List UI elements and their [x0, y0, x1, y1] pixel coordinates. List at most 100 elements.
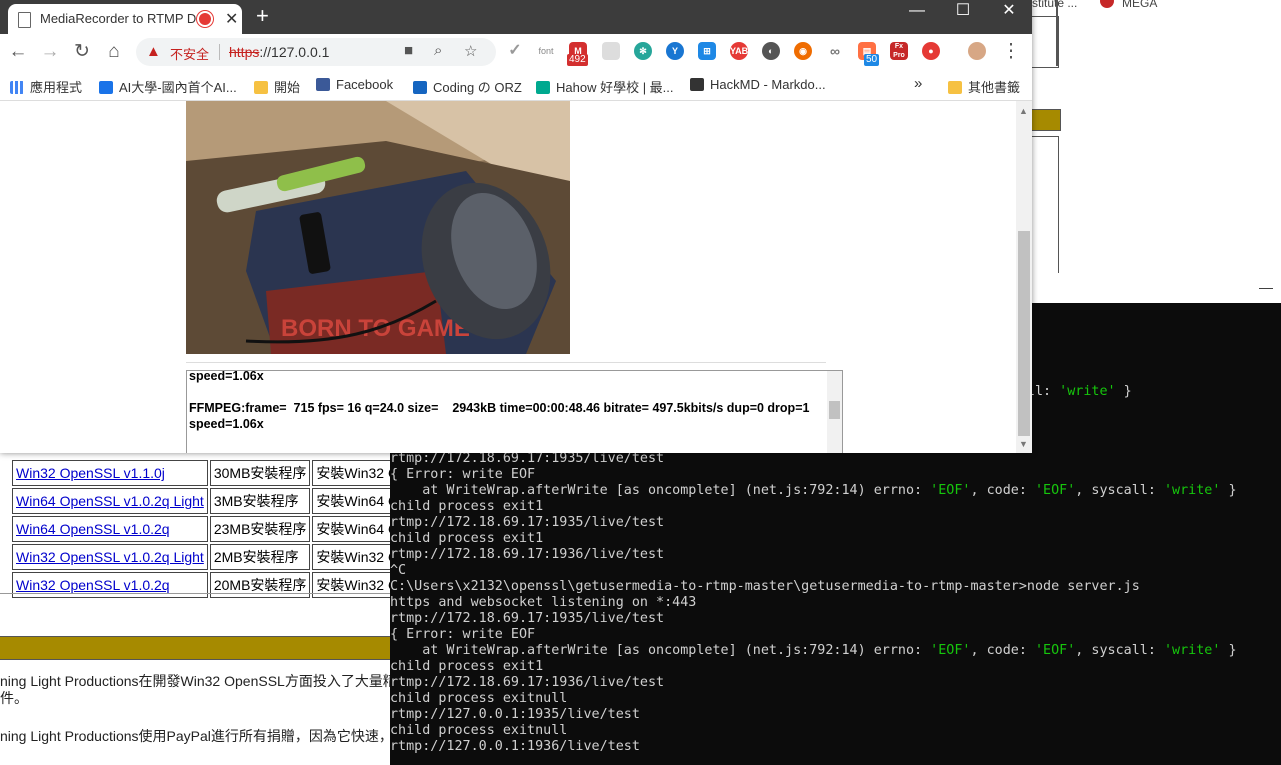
browser-tab[interactable]: MediaRecorder to RTMP Demo ✕ — [8, 4, 242, 34]
background-box — [1032, 136, 1059, 274]
yab-extension-icon[interactable]: YAB — [730, 42, 748, 60]
menu-icon[interactable]: ⋮ — [998, 39, 1024, 65]
table-row: Win64 OpenSSL v1.0.2q Light 3MB安裝程序 安裝Wi… — [12, 488, 411, 514]
terminal-line: rtmp://127.0.0.1:1936/live/test — [390, 739, 640, 754]
font-extension-icon[interactable]: font — [537, 42, 555, 60]
terminal-line: child process exit1 — [390, 499, 544, 514]
table-row: Win32 OpenSSL v1.0.2q Light 2MB安裝程序 安裝Wi… — [12, 544, 411, 570]
scroll-down-icon[interactable]: ▼ — [1019, 439, 1028, 449]
page-scrollbar-thumb[interactable] — [1018, 231, 1030, 436]
mega-icon — [1100, 0, 1114, 8]
terminal-line: child process exitnull — [390, 691, 568, 706]
terminal-line: rtmp://172.18.69.17:1935/live/test — [390, 451, 665, 466]
avatar[interactable] — [968, 42, 986, 60]
webcam-frame: BORN TO GAME — [186, 101, 570, 354]
tab-extension-icon[interactable]: ⊞ — [698, 42, 716, 60]
tabs-badge: 50 — [864, 54, 880, 66]
table-cell: 30MB安裝程序 — [209, 460, 311, 486]
doc-extension-icon[interactable] — [602, 42, 620, 60]
link-extension-icon[interactable]: ∞ — [826, 42, 844, 60]
security-warning-label[interactable]: 不安全 — [170, 44, 209, 63]
download-link[interactable]: Win32 OpenSSL v1.1.0j — [16, 465, 165, 481]
scroll-up-icon[interactable]: ▲ — [1019, 106, 1028, 116]
bookmark-star-icon[interactable]: ☆ — [464, 42, 477, 60]
window-minimize-button[interactable]: — — [894, 0, 940, 28]
zoom-icon[interactable]: ⌕ — [434, 42, 442, 59]
terminal-line: rtmp://172.18.69.17:1935/live/test — [390, 515, 665, 530]
paragraph-text: 件。 — [0, 690, 28, 706]
mail-badge: 492 — [567, 54, 588, 66]
table-row: Win64 OpenSSL v1.0.2q 23MB安裝程序 安裝Win64 O — [12, 516, 411, 542]
camera-icon[interactable]: ■ — [404, 42, 413, 59]
bookmark-other[interactable]: 其他書籤 — [948, 77, 1020, 96]
forward-button[interactable]: → — [37, 39, 63, 65]
background-rule — [1056, 0, 1058, 66]
terminal-line: C:\Users\x2132\openssl\getusermedia-to-r… — [390, 579, 1140, 594]
table-cell: 2MB安裝程序 — [209, 544, 311, 570]
bookmark-hackmd[interactable]: HackMD - Markdo... — [690, 77, 826, 92]
download-link[interactable]: Win32 OpenSSL v1.0.2q — [16, 577, 170, 593]
ffmpeg-log-text: speed=1.06x FFMPEG:frame= 715 fps= 16 q=… — [189, 370, 810, 431]
window-close-button[interactable]: ✕ — [986, 0, 1032, 28]
bookmarks-bar: 應用程式 AI大學-國內首个AI... 開始 Facebook Coding の… — [0, 70, 1032, 101]
download-link[interactable]: Win64 OpenSSL v1.0.2q — [16, 521, 170, 537]
terminal-line: rtmp://172.18.69.17:1935/live/test — [390, 611, 665, 626]
page-scrollbar[interactable]: ▲ ▼ — [1016, 101, 1032, 453]
terminal-line: at WriteWrap.afterWrite [as oncomplete] … — [390, 643, 1237, 658]
apps-grid-icon — [10, 81, 24, 94]
ball-extension-icon[interactable]: ◉ — [794, 42, 812, 60]
table-cell: 20MB安裝程序 — [209, 572, 311, 598]
bookmark-ai[interactable]: AI大學-國內首个AI... — [99, 77, 237, 96]
webcam-video[interactable]: BORN TO GAME — [186, 101, 570, 354]
fx-extension-icon[interactable]: Fx Pro — [890, 42, 908, 60]
warning-icon: ▲ — [146, 43, 161, 60]
background-tabstrip: stitute ... MEGA — [1032, 0, 1281, 10]
log-scrollbar-thumb[interactable] — [829, 401, 840, 419]
minimize-button[interactable]: — — [1259, 279, 1273, 295]
bookmark-hahow[interactable]: Hahow 好學校 | 最... — [536, 77, 674, 96]
bookmark-coding[interactable]: Coding の ORZ — [413, 77, 522, 96]
terminal-titlebar: — — [1030, 273, 1281, 303]
check-extension-icon[interactable]: ✓ — [506, 42, 524, 60]
react-extension-icon[interactable]: ✻ — [634, 42, 652, 60]
terminal-line: child process exit1 — [390, 531, 544, 546]
address-bar[interactable]: ▲ 不安全 https://127.0.0.1 ■ ⌕ ☆ — [136, 38, 496, 66]
background-gold-bar — [1032, 109, 1061, 131]
table-cell: 3MB安裝程序 — [209, 488, 311, 514]
download-link[interactable]: Win32 OpenSSL v1.0.2q Light — [16, 549, 204, 565]
close-tab-icon[interactable]: ✕ — [225, 9, 238, 29]
home-button[interactable]: ⌂ — [101, 39, 127, 65]
folder-icon — [948, 81, 962, 94]
back-button[interactable]: ← — [5, 39, 31, 65]
background-tab-1[interactable]: stitute ... — [1032, 0, 1077, 10]
paragraph-text: ning Light Productions使用PayPal進行所有捐贈，因為它… — [0, 728, 393, 744]
recording-icon — [199, 13, 211, 25]
ffmpeg-log-textarea[interactable]: speed=1.06x FFMPEG:frame= 715 fps= 16 q=… — [186, 370, 843, 453]
y-extension-icon[interactable]: Y — [666, 42, 684, 60]
reload-button[interactable]: ↻ — [69, 39, 95, 65]
bookmark-apps[interactable]: 應用程式 — [10, 77, 82, 96]
page-icon — [18, 12, 31, 28]
browser-toolbar: ← → ↻ ⌂ ▲ 不安全 https://127.0.0.1 ■ ⌕ ☆ ✓ … — [0, 34, 1032, 70]
coding-icon — [413, 81, 427, 94]
section-header-bar — [0, 636, 390, 660]
hahow-icon — [536, 81, 550, 94]
facebook-icon — [316, 78, 330, 91]
background-tab-2[interactable]: MEGA — [1122, 0, 1157, 10]
terminal-line: { Error: write EOF — [390, 627, 536, 642]
terminal-line: child process exitnull — [390, 723, 568, 738]
new-tab-button[interactable]: + — [256, 3, 269, 29]
bookmark-start[interactable]: 開始 — [254, 77, 300, 96]
folder-icon — [254, 81, 268, 94]
page-viewport: BORN TO GAME speed=1.06x FFMPEG:frame= 7… — [0, 101, 1016, 453]
terminal-line: child process exit1 — [390, 659, 544, 674]
window-maximize-button[interactable]: ☐ — [940, 0, 986, 28]
bookmark-facebook[interactable]: Facebook — [316, 77, 393, 92]
bookmarks-overflow-icon[interactable]: » — [914, 75, 922, 92]
circle-extension-icon[interactable]: ◐ — [762, 42, 780, 60]
paragraph-text: ning Light Productions在開發Win32 OpenSSL方面… — [0, 673, 397, 689]
divider — [186, 362, 826, 363]
record-extension-icon[interactable]: ● — [922, 42, 940, 60]
download-link[interactable]: Win64 OpenSSL v1.0.2q Light — [16, 493, 204, 509]
terminal-line: rtmp://172.18.69.17:1936/live/test — [390, 675, 665, 690]
